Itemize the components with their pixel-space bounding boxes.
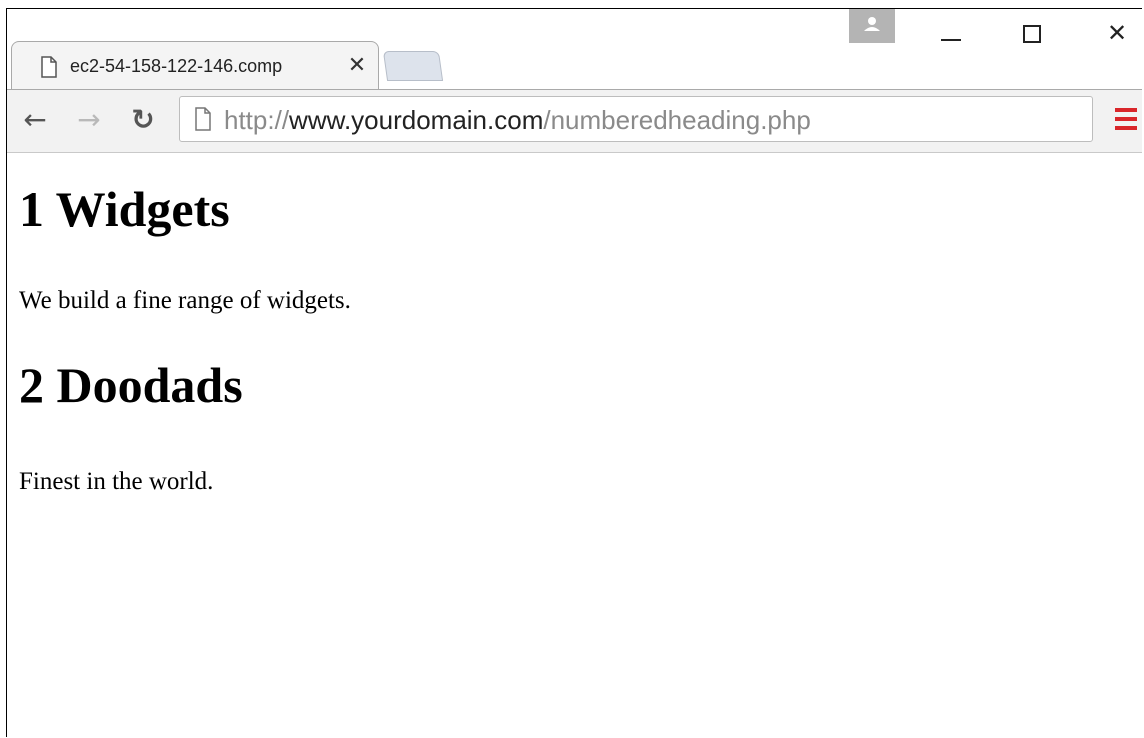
tab-title: ec2-54-158-122-146.comp — [70, 56, 283, 76]
menu-icon[interactable] — [1113, 104, 1139, 134]
minimize-icon — [941, 39, 961, 41]
back-arrow-icon[interactable]: ← — [17, 102, 53, 138]
browser-window: ec2-54-158-122-146.comp ✕ ✕ ← → ↻ http:/… — [6, 8, 1142, 738]
forward-arrow-icon[interactable]: → — [71, 102, 107, 138]
url-host: www.yourdomain.com — [289, 105, 544, 135]
section-text: We build a fine range of widgets. — [19, 287, 351, 314]
profile-icon[interactable] — [849, 9, 895, 43]
section-text: Finest in the world. — [19, 468, 214, 495]
minimize-button[interactable] — [919, 15, 979, 51]
page-content: 1 Widgets We build a fine range of widge… — [7, 153, 1142, 738]
new-tab-button[interactable] — [382, 51, 444, 81]
reload-icon[interactable]: ↻ — [125, 102, 161, 138]
tab-strip: ec2-54-158-122-146.comp ✕ ✕ — [7, 9, 1142, 89]
window-close-icon[interactable]: ✕ — [1087, 15, 1144, 51]
maximize-icon — [1023, 25, 1041, 43]
section-heading: 1 Widgets — [19, 181, 230, 237]
browser-tab[interactable]: ec2-54-158-122-146.comp ✕ — [11, 41, 379, 89]
page-icon — [195, 107, 211, 131]
page-icon — [41, 56, 57, 78]
maximize-button[interactable] — [1003, 15, 1063, 51]
url-path: /numberedheading.php — [543, 105, 811, 135]
browser-toolbar: ← → ↻ http://www.yourdomain.com/numbered… — [7, 89, 1142, 153]
section-heading: 2 Doodads — [19, 357, 243, 413]
address-bar[interactable]: http://www.yourdomain.com/numberedheadin… — [179, 96, 1093, 142]
url-scheme: http:// — [224, 105, 290, 135]
url-text[interactable]: http://www.yourdomain.com/numberedheadin… — [224, 105, 811, 135]
close-icon[interactable]: ✕ — [344, 52, 370, 78]
